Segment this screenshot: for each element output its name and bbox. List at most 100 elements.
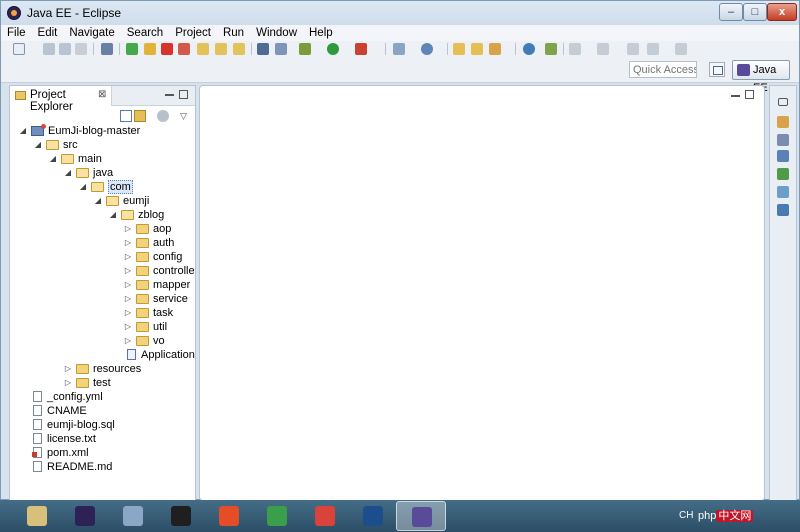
tree-item[interactable]: ▷ resources [10,362,195,376]
terminate-icon[interactable] [161,43,173,55]
back-history-icon[interactable] [647,43,659,55]
suspend-icon[interactable] [144,43,156,55]
tree-item[interactable]: ▷ vo [10,334,195,348]
open-type-icon[interactable] [453,43,465,55]
quick-access-input[interactable] [629,61,697,78]
pen-icon[interactable] [489,43,501,55]
taskbar-app[interactable] [108,501,158,531]
collapsed-chevron-icon[interactable]: ▷ [123,222,133,236]
tree-item[interactable]: ▷ auth [10,236,195,250]
collapsed-chevron-icon[interactable]: ▷ [123,250,133,264]
collapse-all-icon[interactable] [120,110,132,122]
filter-icon[interactable] [157,110,169,122]
minimize-editor-icon[interactable] [731,95,740,97]
save-icon[interactable] [43,43,55,55]
maximize-button[interactable]: □ [743,3,767,21]
input-language[interactable]: CH [679,510,693,521]
new-icon[interactable] [13,43,25,55]
link-with-editor-icon[interactable] [134,110,146,122]
tree-item[interactable]: ▷ test [10,376,195,390]
title-bar[interactable]: Java EE - Eclipse – □ x [1,1,799,25]
tree-item[interactable]: ◢ src [10,138,195,152]
open-perspective-icon[interactable] [709,62,725,77]
collapsed-chevron-icon[interactable]: ▷ [123,306,133,320]
expanded-chevron-icon[interactable]: ◢ [18,124,28,138]
editor-area[interactable] [199,85,765,501]
taskbar-app[interactable] [396,501,446,531]
maximize-editor-icon[interactable] [745,90,754,99]
tree-item[interactable]: ◢ com [10,180,195,194]
collapsed-chevron-icon[interactable]: ▷ [123,334,133,348]
collapsed-chevron-icon[interactable]: ▷ [123,278,133,292]
menu-help[interactable]: Help [303,25,339,41]
step-return-icon[interactable] [233,43,245,55]
menu-edit[interactable]: Edit [32,25,64,41]
tree-item[interactable]: pom.xml [10,446,195,460]
tree-item[interactable]: ▷ aop [10,222,195,236]
tree-item[interactable]: ▷ task [10,306,195,320]
tree-item[interactable]: ▷ service [10,292,195,306]
properties-icon[interactable] [777,150,789,162]
servers-view-icon[interactable] [777,168,789,180]
tree-item[interactable]: ◢ EumJi-blog-master [10,124,195,138]
servers-icon[interactable] [257,43,269,55]
menu-run[interactable]: Run [217,25,250,41]
expanded-chevron-icon[interactable]: ◢ [33,138,43,152]
close-icon[interactable]: ⊠ [98,89,106,100]
taskbar-app[interactable] [348,501,398,531]
print-icon[interactable] [75,43,87,55]
step-into-icon[interactable] [197,43,209,55]
tree-item[interactable]: README.md [10,460,195,474]
maximize-view-icon[interactable] [179,90,188,99]
restore-icon[interactable] [778,98,788,106]
taskbar-app[interactable] [12,501,62,531]
skip-breakpoints-icon[interactable] [101,43,113,55]
disconnect-icon[interactable] [178,43,190,55]
taskbar-app[interactable] [300,501,350,531]
menu-window[interactable]: Window [250,25,303,41]
resume-icon[interactable] [126,43,138,55]
expanded-chevron-icon[interactable]: ◢ [48,152,58,166]
tree-item[interactable]: Application [10,348,195,362]
taskbar-app[interactable] [60,501,110,531]
globe-icon[interactable] [523,43,535,55]
taskbar-app[interactable] [204,501,254,531]
new-java-project-icon[interactable] [393,43,405,55]
tab-project-explorer[interactable]: Project Explorer ⊠ [10,86,112,113]
tree-item[interactable]: ▷ mapper [10,278,195,292]
forward-icon[interactable] [675,43,687,55]
tree-item[interactable]: ▷ config [10,250,195,264]
run-icon[interactable] [327,43,339,55]
minimize-view-icon[interactable] [165,94,174,96]
perspective-javaee-button[interactable]: Java EE [732,60,790,94]
taskbar-app[interactable] [156,501,206,531]
annotation-icon[interactable] [569,43,581,55]
external-tools-icon[interactable] [355,43,367,55]
tree-item[interactable]: ▷ controller [10,264,195,278]
view-menu-chevron-down-icon[interactable]: ▽ [180,110,192,122]
last-edit-icon[interactable] [597,43,609,55]
taskbar-app[interactable] [252,501,302,531]
minimize-button[interactable]: – [719,3,743,21]
collapsed-chevron-icon[interactable]: ▷ [123,320,133,334]
collapsed-chevron-icon[interactable]: ▷ [123,292,133,306]
outline-icon[interactable] [777,116,789,128]
tree-item[interactable]: license.txt [10,432,195,446]
expanded-chevron-icon[interactable]: ◢ [63,166,73,180]
tree-item[interactable]: ◢ java [10,166,195,180]
tree-item[interactable]: _config.yml [10,390,195,404]
collapsed-chevron-icon[interactable]: ▷ [63,362,73,376]
task-list-icon[interactable] [777,134,789,146]
deploy-icon[interactable] [275,43,287,55]
data-source-icon[interactable] [777,186,789,198]
tree-item[interactable]: CNAME [10,404,195,418]
expanded-chevron-icon[interactable]: ◢ [93,194,103,208]
tree-item[interactable]: ◢ zblog [10,208,195,222]
step-over-icon[interactable] [215,43,227,55]
menu-file[interactable]: File [1,25,32,41]
search-icon[interactable] [545,43,557,55]
new-web-icon[interactable] [421,43,433,55]
tree-item[interactable]: eumji-blog.sql [10,418,195,432]
tree-item[interactable]: ◢ eumji [10,194,195,208]
collapsed-chevron-icon[interactable]: ▷ [123,264,133,278]
